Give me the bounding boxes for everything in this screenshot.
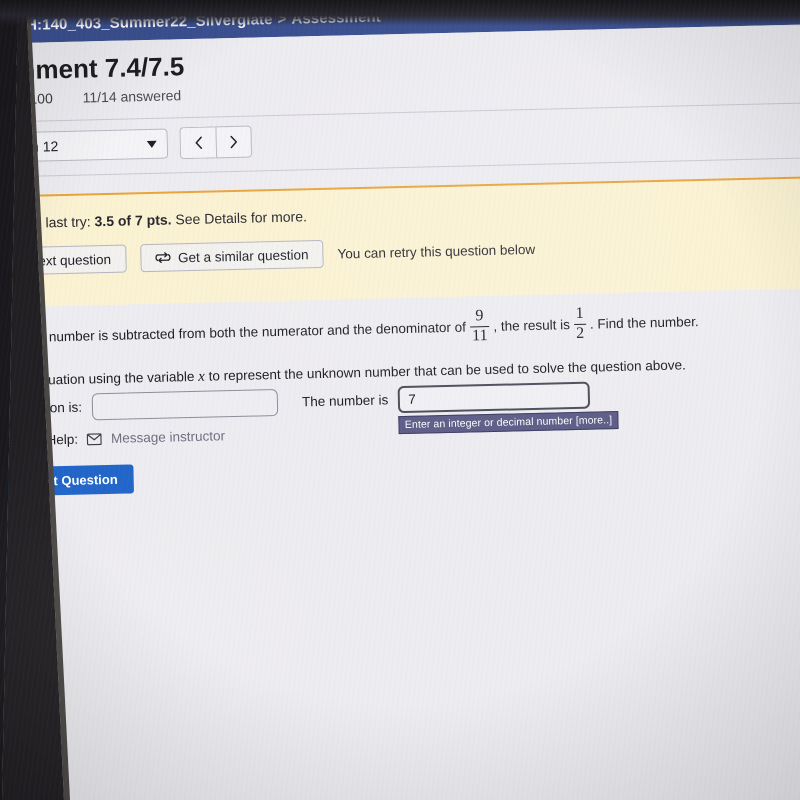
instruction-post: to represent the unknown number that can… [204,357,686,384]
question-help-label: Question Help: [0,431,79,449]
breadcrumb-course[interactable]: MTH:140_403_Summer22_Silverglate [4,11,273,34]
fraction2-denominator: 2 [575,325,585,343]
screen-content: e > MTH:140_403_Summer22_Silverglate > A… [0,0,800,800]
question-part-2: , the result is [493,316,571,334]
next-question-label: Next question [28,251,112,269]
assignment-meta: e: 82.5/100 11/14 answered [0,87,181,108]
submit-question-button[interactable]: Submit Question [0,464,135,497]
score-banner: Score on last try: 3.5 of 7 pts. See Det… [0,175,800,309]
chevron-right-icon [11,254,20,268]
equation-input[interactable] [91,389,279,421]
assignment-answered: 11/14 answered [82,87,182,106]
number-input[interactable] [397,381,591,414]
fraction1-denominator: 11 [471,327,488,345]
question-nav: Question 12 [0,125,253,165]
question-statement: If the same number is subtracted from bo… [0,302,759,358]
chevron-right-icon [229,135,239,149]
refresh-swap-icon [154,251,171,265]
question-part-3: . Find the number. [589,313,699,332]
prev-question-button[interactable] [179,126,217,160]
prev-next-group [179,125,253,160]
get-similar-question-button[interactable]: Get a similar question [139,239,324,273]
breadcrumb-section[interactable]: Assessment [291,8,381,27]
breadcrumb-separator-2: > [277,10,287,28]
question-help-row: Question Help: Message instructor [0,428,225,449]
number-input-tooltip: Enter an integer or decimal number [more… [398,410,619,435]
question-select[interactable]: Question 12 [0,128,169,164]
number-field-wrapper: Enter an integer or decimal number [more… [397,381,619,435]
page-title: signment 7.4/7.5 [0,51,185,86]
retry-note: You can retry this question below [337,241,536,262]
chevron-left-icon [193,136,203,150]
equation-label: The equation is: [0,399,83,417]
next-question-button[interactable] [215,125,253,159]
message-instructor-link[interactable]: Message instructor [111,428,225,446]
page-body: signment 7.4/7.5 e: 82.5/100 11/14 answe… [0,23,800,800]
monitor-photo: e > MTH:140_403_Summer22_Silverglate > A… [0,0,800,800]
score-value: 3.5 of 7 pts. [94,211,172,230]
question-part-1: If the same number is subtracted from bo… [0,319,467,346]
chevron-down-icon [146,140,157,148]
score-prefix: Score on last try: [0,213,91,232]
fraction2-numerator: 1 [575,304,584,322]
assignment-score: e: 82.5/100 [0,90,53,108]
instruction-pre: Write an equation using the variable [0,368,199,390]
envelope-icon [87,432,103,445]
score-on-last-try: Score on last try: 3.5 of 7 pts. See Det… [0,208,307,232]
fraction-nine-elevenths: 9 11 [469,307,490,346]
banner-actions: Next question Get a similar question You… [0,235,535,276]
question-select-value: Question 12 [0,138,59,156]
fraction1-numerator: 9 [475,307,484,325]
get-similar-question-label: Get a similar question [177,246,309,265]
divider-top [0,101,800,124]
number-label: The number is [301,392,389,410]
score-suffix: See Details for more. [171,208,308,228]
next-question-action[interactable]: Next question [0,244,127,276]
fraction-one-half: 1 2 [573,304,586,343]
